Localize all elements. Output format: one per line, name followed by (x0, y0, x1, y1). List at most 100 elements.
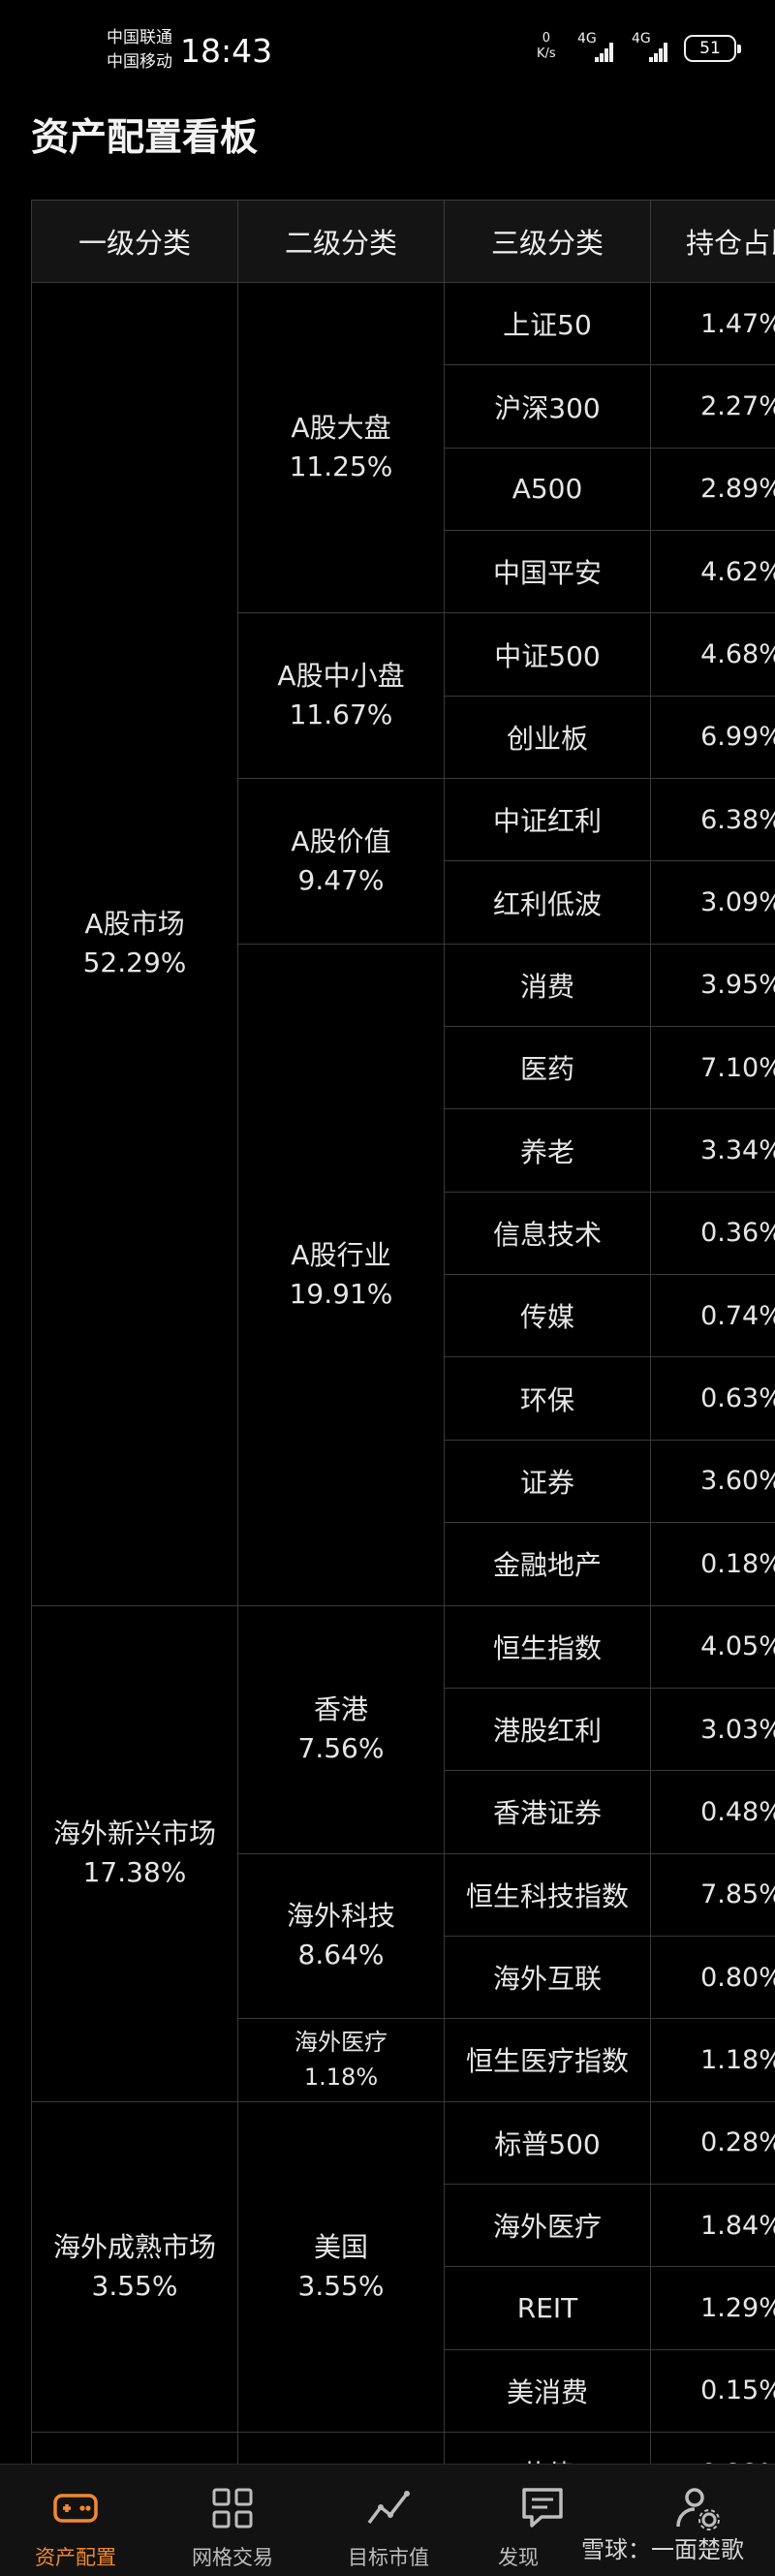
nav-item-target-value[interactable]: 目标市值 (316, 2465, 461, 2576)
level2-name: A股行业 (291, 1238, 391, 1271)
holding-percent: 3.95% (650, 943, 775, 1028)
level1-cell: A股市场 52.29% (31, 282, 238, 1606)
nav-label: 发现 (498, 2546, 539, 2569)
trend-line-icon (367, 2491, 410, 2525)
nav-label: 资产配置 (35, 2546, 116, 2569)
level2-percent: 11.67% (289, 698, 393, 731)
level3-name: 黄债 (444, 2431, 651, 2464)
holding-percent: 4.05% (650, 1604, 775, 1689)
signal-bars-icon (641, 43, 667, 62)
header-level3[interactable]: 三级分类 (444, 200, 651, 283)
level2-percent: 11.25% (289, 450, 393, 483)
level3-name: 消费 (444, 943, 651, 1028)
level2-name: A股中小盘 (277, 660, 405, 693)
header-level2[interactable]: 二级分类 (237, 200, 445, 283)
level3-name: 中证红利 (444, 778, 651, 862)
level1-cell: 海外新兴市场 17.38% (31, 1604, 238, 2102)
watermark-text: 雪球：一面楚歌 (581, 2536, 744, 2563)
holding-percent: 7.85% (650, 1852, 775, 1937)
level2-percent: 9.47% (297, 863, 385, 896)
level3-name: 金融地产 (444, 1522, 651, 1606)
gamepad-icon (53, 2494, 98, 2523)
level3-name: 养老 (444, 1108, 651, 1193)
level2-percent: 19.91% (289, 1277, 393, 1310)
message-icon (522, 2488, 563, 2528)
allocation-table: 一级分类 二级分类 三级分类 持仓占比 A股市场 52.29% A股大盘 11.… (31, 200, 775, 2464)
level3-name: 传媒 (444, 1274, 651, 1358)
level3-name: A500 (444, 447, 651, 532)
level1-name: A股市场 (84, 908, 185, 941)
table-row[interactable]: 海外新兴市场 17.38% 香港 7.56% 恒生指数 4.05% (31, 1604, 775, 2102)
level3-name: 恒生医疗指数 (444, 2018, 651, 2102)
level1-percent: 52.29% (82, 947, 187, 979)
level2-cell: A股大盘 11.25% (237, 281, 445, 614)
grid-icon (212, 2488, 253, 2529)
level2-cell: 香港 7.56% (237, 1604, 445, 1854)
status-time: 18:43 (180, 32, 273, 70)
level2-cell: A股行业 19.91% (237, 943, 445, 1606)
holding-percent: 6.38% (650, 778, 775, 862)
holding-percent: 1.47% (650, 281, 775, 366)
battery-indicator: 51 (684, 35, 741, 62)
holding-percent: 0.18% (650, 1522, 775, 1606)
level3-name: 中证500 (444, 612, 651, 697)
holding-percent: 0.15% (650, 2348, 775, 2433)
level3-name: 信息技术 (444, 1191, 651, 1276)
level2-name: A股价值 (291, 824, 391, 857)
level2-cell: A股中小盘 11.67% (237, 612, 445, 780)
nav-item-asset-allocation[interactable]: 资产配置 (3, 2465, 148, 2576)
holding-percent: 3.60% (650, 1439, 775, 1524)
level2-cell: 美国 3.55% (237, 2100, 445, 2433)
table-row[interactable]: 黄债 0.22% (31, 2431, 775, 2464)
level3-name: 中国平安 (444, 530, 651, 614)
level1-name: 海外新兴市场 (52, 1817, 216, 1850)
holding-percent: 1.84% (650, 2183, 775, 2268)
level3-name: 香港证券 (444, 1770, 651, 1854)
level3-name: 上证50 (444, 281, 651, 366)
level3-name: 恒生科技指数 (444, 1852, 651, 1937)
table-row[interactable]: A股市场 52.29% A股大盘 11.25% 上证50 1.47% (31, 281, 775, 1606)
holding-percent: 1.18% (650, 2018, 775, 2102)
holding-percent: 0.63% (650, 1356, 775, 1441)
level2-name: 海外科技 (286, 1900, 395, 1933)
level3-name: 海外医疗 (444, 2183, 651, 2268)
allocation-table-container[interactable]: 一级分类 二级分类 三级分类 持仓占比 A股市场 52.29% A股大盘 11.… (31, 200, 775, 2464)
header-level1[interactable]: 一级分类 (31, 200, 238, 283)
level2-name: A股大盘 (291, 412, 391, 445)
level3-name: 环保 (444, 1356, 651, 1441)
table-row[interactable]: 海外成熟市场 3.55% 美国 3.55% 标普500 0.28% (31, 2100, 775, 2433)
level3-name: 恒生指数 (444, 1604, 651, 1689)
level1-name: 海外成熟市场 (52, 2230, 216, 2263)
level3-name: 红利低波 (444, 860, 651, 945)
holding-percent: 7.10% (650, 1026, 775, 1110)
level3-name: 沪深300 (444, 364, 651, 449)
status-bar: 中国联通 中国移动 18:43 0 K/s 4G 4G 51 (0, 0, 775, 102)
level1-percent: 3.55% (91, 2269, 178, 2302)
page-title: 资产配置看板 (31, 116, 259, 160)
holding-percent: 3.09% (650, 860, 775, 945)
holding-percent: 1.29% (650, 2266, 775, 2350)
holding-percent: 6.99% (650, 695, 775, 780)
holding-percent: 0.28% (650, 2100, 775, 2185)
holding-percent: 2.89% (650, 447, 775, 532)
level1-cell (31, 2431, 238, 2464)
level3-name: REIT (444, 2266, 651, 2350)
level3-name: 美消费 (444, 2348, 651, 2433)
carrier-labels: 中国联通 中国移动 (107, 26, 172, 75)
carrier-1: 中国联通 (107, 28, 172, 47)
level1-cell: 海外成熟市场 3.55% (31, 2100, 238, 2433)
level2-cell: 海外医疗 1.18% (237, 2018, 445, 2102)
holding-percent: 0.22% (650, 2431, 775, 2464)
network-speed-value: 0 (542, 31, 550, 46)
level2-name: 香港 (313, 1693, 368, 1726)
header-holding-ratio[interactable]: 持仓占比 (650, 200, 775, 283)
holding-percent: 0.80% (650, 1935, 775, 2020)
user-settings-icon (676, 2488, 720, 2530)
nav-item-grid-trading[interactable]: 网格交易 (160, 2465, 305, 2576)
carrier-2: 中国移动 (107, 52, 172, 72)
holding-percent: 3.34% (650, 1108, 775, 1193)
holding-percent: 0.48% (650, 1770, 775, 1854)
holding-percent: 0.36% (650, 1191, 775, 1276)
holding-percent: 3.03% (650, 1687, 775, 1772)
network-speed-unit: K/s (537, 47, 556, 61)
